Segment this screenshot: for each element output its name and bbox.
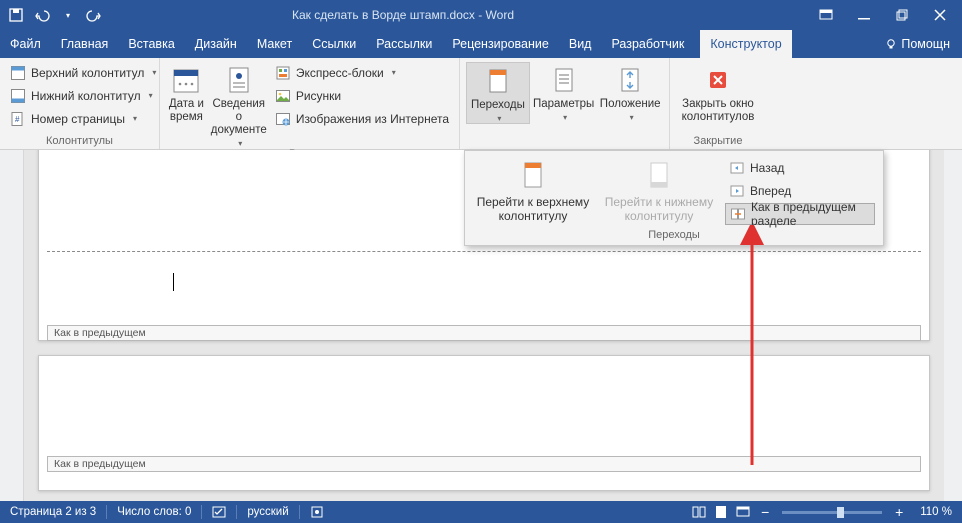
transitions-button[interactable]: Переходы xyxy=(466,62,530,124)
quick-parts-label: Экспресс-блоки xyxy=(296,66,384,80)
tab-constructor[interactable]: Конструктор xyxy=(700,30,791,58)
group-hf-label: Колонтитулы xyxy=(0,135,159,149)
pictures-button[interactable]: Рисунки xyxy=(271,85,453,106)
tab-developer[interactable]: Разработчик xyxy=(601,30,694,58)
footer-label: Нижний колонтитул xyxy=(31,89,141,103)
view-read-icon[interactable] xyxy=(688,501,710,523)
parameters-icon xyxy=(548,64,580,96)
nav-forward-label: Вперед xyxy=(750,184,791,198)
footer-icon xyxy=(10,88,26,104)
close-hf-icon xyxy=(702,64,734,96)
page-section-3[interactable]: Верхний колонтитул -Раздел 3- Как в пред… xyxy=(38,355,930,491)
close-icon[interactable] xyxy=(932,7,948,23)
goto-footer-button: Перейти к нижнемуколонтитулу xyxy=(599,157,719,225)
minimize-icon[interactable] xyxy=(856,7,872,23)
status-language[interactable]: русский xyxy=(237,506,298,518)
ribbon-options-icon[interactable] xyxy=(818,7,834,23)
online-pictures-label: Изображения из Интернета xyxy=(296,112,449,126)
footer-button[interactable]: Нижний колонтитул xyxy=(6,85,160,106)
page-number-icon: # xyxy=(10,111,26,127)
close-hf-button[interactable]: Закрыть окноколонтитулов xyxy=(676,62,760,124)
tab-review[interactable]: Рецензирование xyxy=(442,30,559,58)
calendar-icon xyxy=(170,64,202,96)
header-button[interactable]: Верхний колонтитул xyxy=(6,62,160,83)
tab-insert[interactable]: Вставка xyxy=(118,30,184,58)
page-number-button[interactable]: # Номер страницы xyxy=(6,108,160,129)
status-macro[interactable] xyxy=(300,505,334,519)
svg-text:#: # xyxy=(15,115,20,124)
link-previous-label: Как в предыдущем разделе xyxy=(751,200,870,228)
doc-info-icon xyxy=(223,64,255,96)
footer-boundary-line xyxy=(47,251,921,252)
link-prev-tag-1: Как в предыдущем xyxy=(47,325,921,341)
tab-design[interactable]: Дизайн xyxy=(185,30,247,58)
undo-icon[interactable] xyxy=(34,7,50,23)
nav-forward-icon xyxy=(729,183,745,199)
status-page[interactable]: Страница 2 из 3 xyxy=(0,506,106,518)
goto-header-button[interactable]: Перейти к верхнемуколонтитулу xyxy=(473,157,593,225)
quick-parts-icon xyxy=(275,65,291,81)
save-icon[interactable] xyxy=(8,7,24,23)
group-nav-label xyxy=(460,135,669,149)
zoom-slider[interactable] xyxy=(782,511,882,514)
status-words[interactable]: Число слов: 0 xyxy=(107,506,201,518)
page-number-label: Номер страницы xyxy=(31,112,125,126)
tab-view[interactable]: Вид xyxy=(559,30,602,58)
tab-mailings[interactable]: Рассылки xyxy=(366,30,442,58)
text-cursor xyxy=(173,273,174,291)
transitions-icon xyxy=(482,65,514,97)
date-time-button[interactable]: Дата ивремя xyxy=(166,62,207,124)
status-zoom[interactable]: 110 % xyxy=(910,506,962,518)
dropdown-group-label: Переходы xyxy=(465,227,883,245)
goto-header-icon xyxy=(517,159,549,191)
pictures-label: Рисунки xyxy=(296,89,341,103)
nav-forward-button[interactable]: Вперед xyxy=(725,180,875,202)
transitions-dropdown: Перейти к верхнемуколонтитулу Перейти к … xyxy=(464,150,884,246)
qat-dropdown-icon[interactable]: ▾ xyxy=(60,7,76,23)
account-box[interactable] xyxy=(704,4,814,26)
pictures-icon xyxy=(275,88,291,104)
vertical-scrollbar[interactable] xyxy=(944,150,962,501)
position-button[interactable]: Положение xyxy=(597,62,663,122)
view-web-icon[interactable] xyxy=(732,501,754,523)
bulb-icon xyxy=(885,38,897,50)
redo-icon[interactable] xyxy=(86,7,102,23)
doc-info-button[interactable]: Сведения одокументе xyxy=(211,62,267,148)
link-previous-button[interactable]: Как в предыдущем разделе xyxy=(725,203,875,225)
status-proofing[interactable] xyxy=(202,505,236,519)
help-label: Помощн xyxy=(901,37,950,51)
quick-parts-button[interactable]: Экспресс-блоки xyxy=(271,62,453,83)
tab-file[interactable]: Файл xyxy=(0,30,51,58)
header-icon xyxy=(10,65,26,81)
view-print-icon[interactable] xyxy=(710,501,732,523)
zoom-in-icon[interactable]: + xyxy=(888,501,910,523)
nav-back-label: Назад xyxy=(750,161,784,175)
tab-layout[interactable]: Макет xyxy=(247,30,302,58)
restore-icon[interactable] xyxy=(894,7,910,23)
window-title: Как сделать в Ворде штамп.docx - Word xyxy=(102,8,704,22)
zoom-out-icon[interactable]: − xyxy=(754,501,776,523)
online-pictures-button[interactable]: Изображения из Интернета xyxy=(271,108,453,129)
header-label: Верхний колонтитул xyxy=(31,66,144,80)
link-prev-tag-2: Как в предыдущем xyxy=(47,456,921,472)
parameters-button[interactable]: Параметры xyxy=(530,62,598,122)
online-pictures-icon xyxy=(275,111,291,127)
group-close-label: Закрытие xyxy=(670,135,766,149)
tell-me-help[interactable]: Помощн xyxy=(873,30,962,58)
nav-back-icon xyxy=(729,160,745,176)
goto-footer-icon xyxy=(643,159,675,191)
tab-home[interactable]: Главная xyxy=(51,30,119,58)
nav-back-button[interactable]: Назад xyxy=(725,157,875,179)
link-previous-icon xyxy=(730,206,746,222)
tab-references[interactable]: Ссылки xyxy=(302,30,366,58)
vertical-ruler xyxy=(0,150,24,501)
position-icon xyxy=(614,64,646,96)
